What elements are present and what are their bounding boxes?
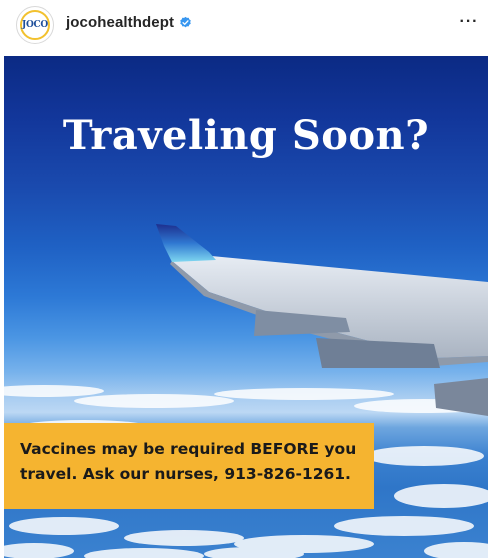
verified-badge-icon [180,16,191,28]
caption-line-2: travel. Ask our nurses, 913-826-1261. [20,465,351,483]
post-headline: Traveling Soon? [62,112,430,159]
avatar-logo: JOCO [20,10,50,40]
caption-banner: Vaccines may be required BEFORE you trav… [4,423,374,509]
caption-line-1: Vaccines may be required BEFORE you [20,440,357,458]
airplane-wing [156,224,488,416]
post-image[interactable]: Traveling Soon? Vaccines may be required… [4,56,488,558]
account-name-group: jocohealthdept [66,14,192,31]
more-options-icon[interactable]: ··· [456,10,482,34]
post-header: JOCO jocohealthdept ··· [0,0,488,52]
avatar-logo-text: JOCO [22,20,48,30]
account-avatar[interactable]: JOCO [16,6,54,44]
account-username[interactable]: jocohealthdept [66,14,174,31]
